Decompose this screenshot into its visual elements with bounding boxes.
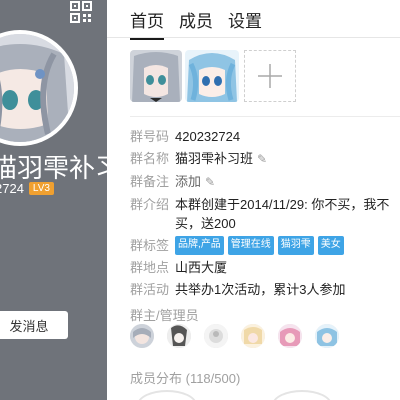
- member-avatars: [130, 50, 296, 102]
- admin-avatar[interactable]: [278, 324, 302, 348]
- member-avatar[interactable]: [185, 50, 239, 102]
- info-label: 群介绍: [130, 197, 170, 212]
- admin-avatars: [130, 324, 339, 348]
- group-profile-panel: 猫羽雫补习班 2724 LV3 发消息: [0, 0, 107, 400]
- admins-title: 群主/管理员: [130, 308, 199, 323]
- info-row-number: 群号码 420232724: [130, 127, 400, 146]
- group-id-row: 2724 LV3: [0, 181, 54, 196]
- group-name-value: 猫羽雫补习班 ✎: [175, 149, 400, 169]
- tab-settings[interactable]: 设置: [228, 7, 262, 40]
- info-label: 群备注: [130, 174, 170, 189]
- section-divider: [130, 116, 400, 117]
- edit-name-icon[interactable]: ✎: [257, 152, 267, 166]
- group-tag[interactable]: 管理在线: [227, 236, 274, 255]
- add-member-button[interactable]: [244, 50, 296, 102]
- group-info-list: 群号码 420232724 群名称 猫羽雫补习班 ✎ 群备注 添加 ✎ 群介绍 本群…: [130, 127, 400, 302]
- plus-icon: [258, 64, 282, 88]
- info-label: 群活动: [130, 282, 170, 297]
- info-row-tags: 群标签 品牌,产品 管理在线 猫羽雫 美女: [130, 236, 400, 255]
- group-avatar-image: [0, 34, 74, 142]
- info-row-name: 群名称 猫羽雫补习班 ✎: [130, 149, 400, 169]
- group-location-value: 山西大厦: [175, 260, 228, 275]
- group-tag[interactable]: 美女: [317, 236, 344, 255]
- group-tags: 品牌,产品 管理在线 猫羽雫 美女: [175, 236, 400, 255]
- info-row-remark: 群备注 添加 ✎: [130, 172, 400, 192]
- group-number-value: 420232724: [175, 129, 241, 144]
- info-row-activity: 群活动 共举办1次活动，累计3人参加: [130, 280, 400, 299]
- info-row-intro: 群介绍 本群创建于2014/11/29: 你不买，我不买，送200: [130, 195, 400, 233]
- admin-avatar[interactable]: [204, 324, 228, 348]
- member-distribution-title: 成员分布 (118/500): [130, 371, 241, 386]
- tab-bar: 首页 成员 设置: [130, 7, 262, 40]
- group-tag[interactable]: 猫羽雫: [277, 236, 314, 255]
- info-row-location: 群地点 山西大厦: [130, 258, 400, 277]
- admin-avatar[interactable]: [315, 324, 339, 348]
- group-name-text: 猫羽雫补习班: [175, 151, 254, 166]
- level-badge: LV3: [28, 182, 54, 195]
- tab-home[interactable]: 首页: [130, 7, 164, 40]
- tab-members[interactable]: 成员: [179, 7, 213, 40]
- group-remark-value[interactable]: 添加 ✎: [175, 172, 400, 192]
- group-name-title: 猫羽雫补习班: [0, 153, 107, 183]
- admin-avatar[interactable]: [167, 324, 191, 348]
- group-detail-pane: 首页 成员 设置 群号码 420232724 群名称 猫羽雫补习班 ✎ 群备注 …: [107, 0, 400, 400]
- info-label: 群地点: [130, 260, 170, 275]
- edit-remark-icon[interactable]: ✎: [205, 175, 215, 189]
- group-id-short: 2724: [0, 181, 24, 196]
- admin-avatar[interactable]: [130, 324, 154, 348]
- info-label: 群名称: [130, 151, 170, 166]
- distribution-chart-decoration: [272, 390, 332, 400]
- distribution-chart-decoration: [137, 390, 197, 400]
- group-avatar[interactable]: [0, 30, 78, 146]
- group-tag[interactable]: 品牌,产品: [175, 236, 224, 255]
- add-remark-link[interactable]: 添加: [175, 174, 201, 189]
- qr-code-icon[interactable]: [70, 1, 92, 23]
- group-activity-value[interactable]: 共举办1次活动，累计3人参加: [175, 280, 400, 299]
- send-message-button[interactable]: 发消息: [0, 311, 68, 339]
- admin-avatar[interactable]: [241, 324, 265, 348]
- member-avatar[interactable]: [130, 50, 182, 102]
- info-label: 群号码: [130, 129, 170, 144]
- info-label: 群标签: [130, 238, 170, 253]
- group-intro-value: 本群创建于2014/11/29: 你不买，我不买，送200: [175, 197, 390, 231]
- tab-divider: [107, 37, 400, 38]
